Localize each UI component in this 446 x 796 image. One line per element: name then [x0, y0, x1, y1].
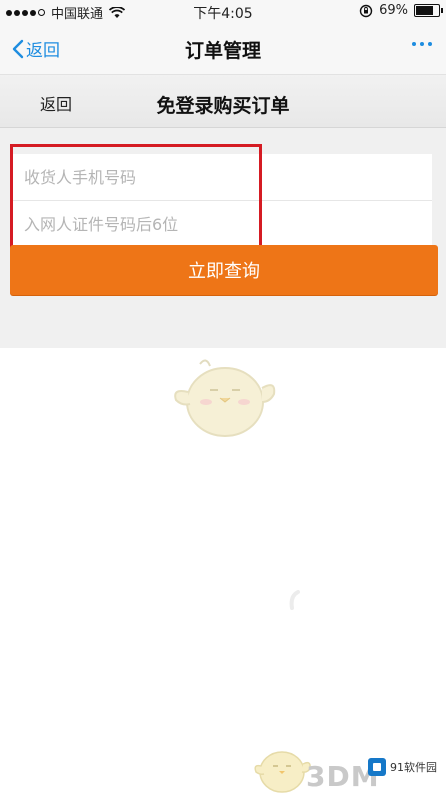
query-button[interactable]: 立即查询 — [10, 245, 438, 295]
logo-square-icon — [368, 758, 386, 776]
faint-mark — [289, 590, 300, 610]
sub-header-title: 免登录购买订单 — [156, 95, 290, 117]
id-suffix-input[interactable] — [12, 213, 432, 235]
nav-bar: 返回 订单管理 — [0, 22, 446, 75]
status-bar: 中国联通 下午4:05 69% — [0, 0, 446, 22]
status-right: 69% — [359, 3, 443, 18]
page-title: 订单管理 — [184, 40, 261, 62]
phone-field-row — [12, 154, 432, 201]
battery-percent: 69% — [379, 3, 408, 18]
query-form: 立即查询 — [0, 128, 446, 348]
rotation-lock-icon — [359, 4, 373, 17]
phone-input[interactable] — [12, 166, 432, 188]
mascot-small-image — [254, 751, 311, 793]
watermark-91-logo: 91软件园 — [368, 758, 437, 776]
battery-icon — [414, 4, 443, 17]
logo-text: 91软件园 — [390, 761, 437, 774]
id-field-row — [12, 201, 432, 247]
mascot-image — [174, 359, 276, 437]
more-icon[interactable] — [412, 42, 432, 46]
sub-header: 返回 免登录购买订单 — [0, 75, 446, 128]
